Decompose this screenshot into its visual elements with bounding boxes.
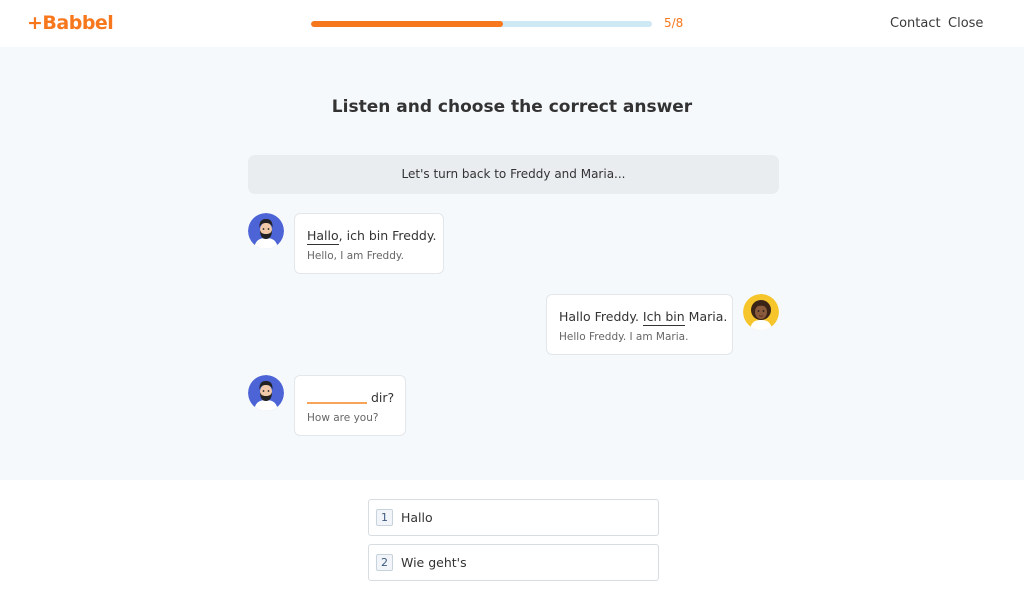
babbel-logo[interactable]: +Babbel bbox=[27, 12, 114, 34]
maria-avatar-icon bbox=[743, 294, 779, 330]
message-rest: dir? bbox=[371, 390, 395, 405]
answer-text: Hallo bbox=[401, 510, 433, 525]
intro-banner: Let's turn back to Freddy and Maria... bbox=[248, 155, 779, 194]
exercise-title: Listen and choose the correct answer bbox=[331, 97, 693, 117]
message-text: dir? bbox=[307, 390, 394, 405]
message-translation: Hello, I am Freddy. bbox=[307, 250, 404, 262]
lesson-progress-bar bbox=[311, 21, 652, 27]
top-bar: +Babbel 5/8 Contact Close bbox=[0, 0, 1024, 47]
message-rest: Maria. bbox=[684, 309, 728, 324]
freddy-avatar-icon bbox=[248, 375, 284, 411]
message-translation: How are you? bbox=[307, 412, 379, 424]
close-link[interactable]: Close bbox=[948, 16, 983, 31]
message-prefix: Hallo Freddy. bbox=[559, 309, 643, 324]
answer-key-badge: 1 bbox=[376, 509, 393, 526]
message-bubble-freddy-2: dir? How are you? bbox=[294, 375, 406, 436]
target-word[interactable]: Hallo bbox=[307, 228, 339, 245]
progress-count: 5/8 bbox=[664, 16, 684, 30]
answer-key-badge: 2 bbox=[376, 554, 393, 571]
answer-text: Wie geht's bbox=[401, 555, 467, 570]
target-word[interactable]: Ich bin bbox=[642, 309, 685, 326]
message-bubble-freddy-1: Hallo, ich bin Freddy. Hello, I am Fredd… bbox=[294, 213, 444, 274]
lesson-area: Listen and choose the correct answer Let… bbox=[0, 47, 1024, 480]
message-text: Hallo Freddy. Ich bin Maria. bbox=[559, 309, 728, 326]
progress-bar-fill bbox=[311, 21, 503, 27]
message-text: Hallo, ich bin Freddy. bbox=[307, 228, 437, 245]
freddy-avatar-icon bbox=[248, 213, 284, 249]
message-bubble-maria: Hallo Freddy. Ich bin Maria. Hello Fredd… bbox=[546, 294, 733, 355]
message-translation: Hello Freddy. I am Maria. bbox=[559, 331, 689, 343]
contact-link[interactable]: Contact bbox=[890, 16, 941, 31]
answer-option-1[interactable]: 1 Hallo bbox=[368, 499, 659, 536]
answer-option-2[interactable]: 2 Wie geht's bbox=[368, 544, 659, 581]
message-rest: , ich bin Freddy. bbox=[338, 228, 437, 243]
answer-blank bbox=[307, 402, 367, 404]
